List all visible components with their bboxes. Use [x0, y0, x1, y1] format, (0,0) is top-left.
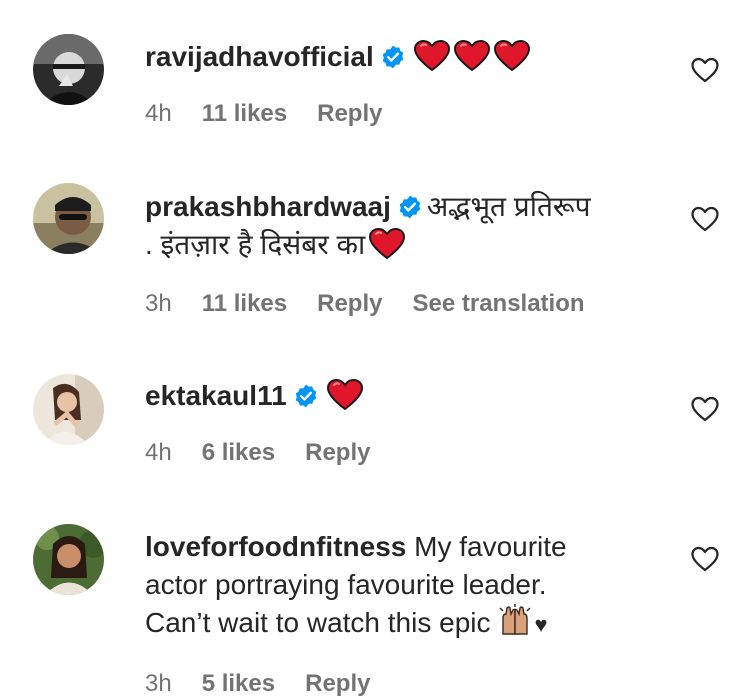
avatar[interactable] [33, 183, 104, 254]
comment-body: loveforfoodnfitness My favourite actor p… [145, 528, 665, 644]
red-heart-emoji [326, 379, 363, 411]
timestamp[interactable]: 3h [145, 290, 172, 318]
comment-meta: 4h 11 likes Reply [145, 100, 382, 128]
reply-button[interactable]: Reply [305, 439, 370, 467]
comment-body: prakashbhardwaaj अद्भभूत प्रतिरूप . इंतज़… [145, 188, 665, 264]
username[interactable]: loveforfoodnfitness [145, 531, 406, 562]
comment-text: My favourite [414, 531, 567, 562]
likes-count[interactable]: 5 likes [202, 670, 275, 698]
comment-text: अद्भभूत प्रतिरूप [426, 191, 591, 222]
reply-button[interactable]: Reply [305, 670, 370, 698]
red-heart-emoji [369, 228, 406, 260]
comment-meta: 3h 5 likes Reply [145, 670, 370, 698]
heart-outline-icon[interactable] [690, 205, 720, 233]
comment-body: ravijadhavofficial [145, 38, 665, 76]
raising-hands-emoji [497, 604, 533, 638]
reply-button[interactable]: Reply [317, 100, 382, 128]
red-heart-emoji [453, 40, 490, 72]
reply-button[interactable]: Reply [317, 290, 382, 318]
comment-text: Can’t wait to watch this epic [145, 607, 491, 638]
comment-text: actor portraying favourite leader. [145, 569, 547, 600]
heart-outline-icon[interactable] [690, 545, 720, 573]
avatar[interactable] [33, 524, 104, 595]
likes-count[interactable]: 11 likes [202, 100, 287, 128]
verified-badge-icon [380, 44, 406, 70]
heart-outline-icon[interactable] [690, 395, 720, 423]
red-heart-emoji [493, 40, 530, 72]
comment-meta: 3h 11 likes Reply See translation [145, 290, 585, 318]
comment-meta: 4h 6 likes Reply [145, 439, 370, 467]
avatar[interactable] [33, 34, 104, 105]
heart-outline-icon[interactable] [690, 56, 720, 84]
username[interactable]: prakashbhardwaaj [145, 191, 391, 222]
username[interactable]: ektakaul11 [145, 380, 287, 411]
verified-badge-icon [293, 383, 319, 409]
likes-count[interactable]: 11 likes [202, 290, 287, 318]
see-translation-button[interactable]: See translation [412, 290, 584, 318]
avatar[interactable] [33, 374, 104, 445]
verified-badge-icon [397, 194, 423, 220]
timestamp[interactable]: 3h [145, 670, 172, 698]
comment-body: ektakaul11 [145, 377, 665, 415]
black-heart-emoji: ♥ [534, 612, 548, 637]
likes-count[interactable]: 6 likes [202, 439, 275, 467]
timestamp[interactable]: 4h [145, 439, 172, 467]
username[interactable]: ravijadhavofficial [145, 41, 374, 72]
timestamp[interactable]: 4h [145, 100, 172, 128]
red-heart-emoji [413, 40, 450, 72]
comment-text: . इंतज़ार है दिसंबर का [145, 229, 366, 260]
